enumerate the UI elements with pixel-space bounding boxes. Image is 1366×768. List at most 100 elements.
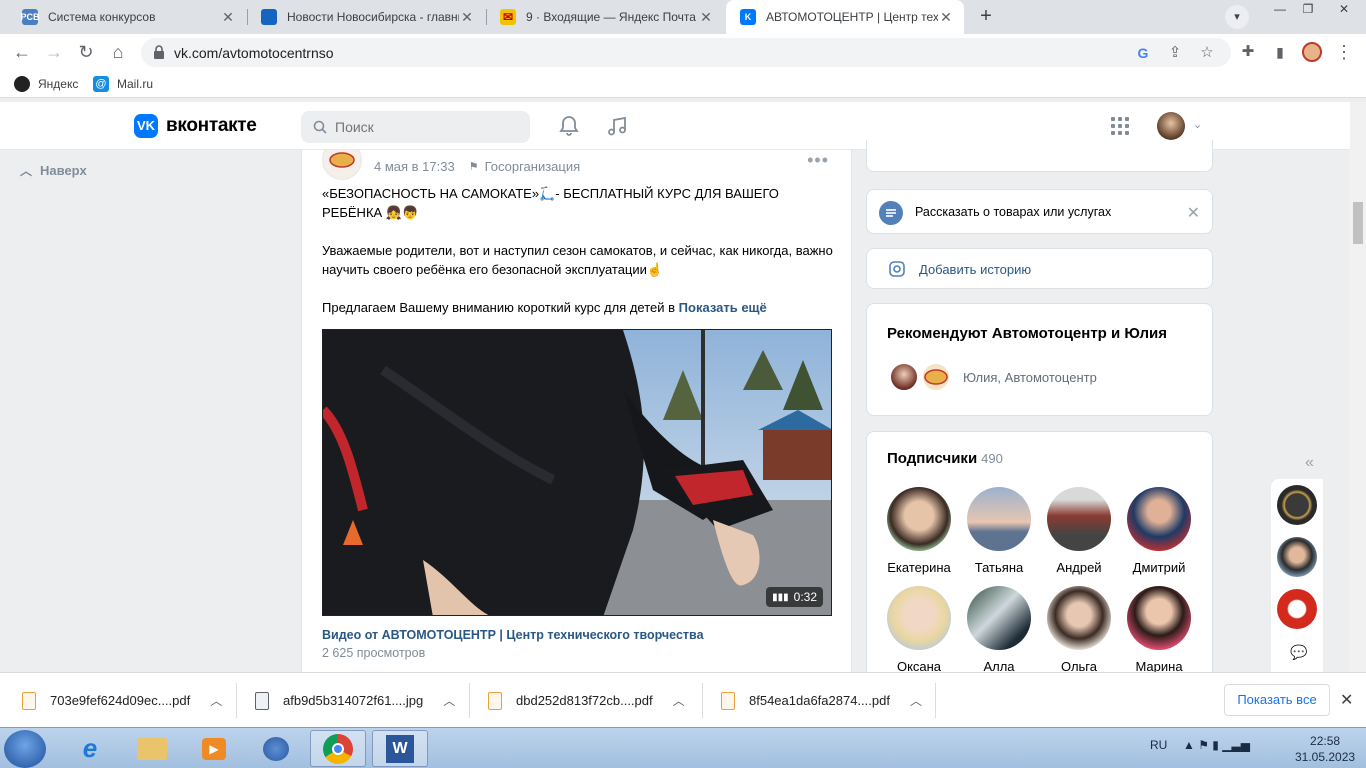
vk-logo-icon: VK [134, 114, 158, 138]
extensions-puzzle-icon[interactable]: ✚ [1236, 40, 1260, 64]
chevron-up-icon[interactable]: ︿ [910, 692, 922, 709]
subscriber-photo [1127, 586, 1191, 650]
tell-about-goods-label: Рассказать о товарах или услугах [915, 205, 1112, 219]
close-icon[interactable]: ✕ [1187, 203, 1200, 223]
video-player[interactable]: ▮▮▮ 0:32 [322, 329, 832, 616]
show-all-downloads-button[interactable]: Показать все [1224, 684, 1330, 716]
reload-icon[interactable]: ↻ [74, 40, 98, 64]
user-avatar[interactable] [1157, 112, 1185, 140]
add-story-card[interactable]: Добавить историю [866, 248, 1213, 289]
close-tab-icon[interactable]: ✕ [938, 9, 954, 26]
tab-search-chevron-icon[interactable]: ▾ [1225, 5, 1249, 29]
scrollbar-thumb[interactable] [1353, 202, 1363, 244]
media-player-icon[interactable]: ▶ [186, 730, 242, 767]
recommend-names[interactable]: Юлия, Автомотоцентр [963, 370, 1097, 385]
chat-avatar[interactable] [1277, 537, 1317, 577]
avatar[interactable] [889, 362, 919, 392]
bookmark-yandex[interactable]: Яндекс [14, 76, 78, 92]
mailru-icon: @ [93, 76, 109, 92]
scroll-up-button[interactable]: ︿ Наверх [20, 162, 87, 179]
windows-taskbar: e ▶ W RU ▲ ⚑ ▮ ▁▃▅ 22:58 31.05.2023 [0, 727, 1366, 768]
browser-tab-active[interactable]: K АВТОМОТОЦЕНТР | Центр техни ✕ [726, 0, 964, 34]
post-category: Госорганизация [484, 159, 581, 174]
subscribers-count: 490 [981, 451, 1003, 466]
taskbar-clock[interactable]: 22:58 31.05.2023 [1295, 733, 1355, 765]
notifications-bell-icon[interactable] [557, 114, 581, 138]
chat-avatar[interactable] [1277, 589, 1317, 629]
subscriber-item[interactable]: Дмитрий [1119, 487, 1199, 575]
post-date[interactable]: 4 мая в 17:33 [374, 159, 455, 174]
subscriber-item[interactable]: Алла [959, 586, 1039, 674]
subscriber-item[interactable]: Татьяна [959, 487, 1039, 575]
chrome-menu-icon[interactable]: ⋮ [1332, 40, 1356, 64]
vk-logo[interactable]: VK вконтакте [134, 114, 257, 138]
close-tab-icon[interactable]: ✕ [220, 9, 236, 26]
collapse-chats-icon[interactable]: « [1305, 454, 1314, 472]
forward-arrow-icon[interactable]: → [42, 40, 66, 64]
download-item[interactable]: 8f54ea1da6fa2874....pdf ︿ [721, 673, 922, 728]
download-item[interactable]: afb9d5b314072f61....jpg ︿ [255, 673, 455, 728]
chevron-up-icon[interactable]: ︿ [673, 692, 685, 709]
address-bar[interactable]: vk.com/avtomotocentrnso G ⇪ ☆ [141, 38, 1231, 67]
share-icon[interactable]: ⇪ [1166, 44, 1184, 62]
apps-grid-icon[interactable] [1108, 114, 1132, 138]
back-arrow-icon[interactable]: ← [10, 40, 34, 64]
video-title-link[interactable]: Видео от АВТОМОТОЦЕНТР | Центр техническ… [322, 628, 704, 642]
subscriber-item[interactable]: Ольга [1039, 586, 1119, 674]
close-tab-icon[interactable]: ✕ [459, 9, 475, 26]
tray-icons[interactable]: ▲ ⚑ ▮ ▁▃▅ [1183, 738, 1250, 752]
restore-icon[interactable]: ❐ [1294, 0, 1322, 18]
tell-about-goods-card[interactable]: Рассказать о товарах или услугах ✕ [866, 189, 1213, 234]
start-button-icon[interactable] [4, 730, 46, 768]
bookmark-star-icon[interactable]: ☆ [1198, 44, 1216, 62]
browser-tab[interactable]: Новости Новосибирска - главные ✕ [247, 0, 485, 34]
chat-avatar[interactable] [1277, 485, 1317, 525]
subscriber-photo [967, 586, 1031, 650]
subscriber-item[interactable]: Марина [1119, 586, 1199, 674]
avatar[interactable] [921, 362, 951, 392]
internet-explorer-icon[interactable]: e [62, 730, 118, 767]
flag-icon: ⚑ [468, 161, 479, 173]
language-indicator[interactable]: RU [1150, 738, 1167, 752]
chevron-up-icon[interactable]: ︿ [443, 692, 455, 709]
vk-search[interactable] [301, 111, 530, 143]
google-translate-icon[interactable]: G [1134, 44, 1152, 62]
download-item[interactable]: dbd252d813f72cb....pdf ︿ [488, 673, 685, 728]
lock-icon [154, 45, 164, 59]
chevron-down-icon[interactable]: ⌄ [1193, 118, 1202, 131]
profile-avatar-icon[interactable] [1300, 40, 1324, 64]
shelf-divider [702, 683, 703, 718]
home-icon[interactable]: ⌂ [106, 40, 130, 64]
show-more-link[interactable]: Показать ещё [679, 300, 767, 315]
subscriber-item[interactable]: Екатерина [879, 487, 959, 575]
chat-bubble-icon[interactable]: 💬 [1290, 644, 1307, 661]
vk-logo-text: вконтакте [166, 115, 257, 136]
users-group-icon[interactable] [248, 730, 304, 767]
subscriber-item[interactable]: Оксана [879, 586, 959, 674]
chevron-up-icon[interactable]: ︿ [210, 692, 222, 709]
search-input[interactable] [335, 119, 515, 135]
subscriber-item[interactable]: Андрей [1039, 487, 1119, 575]
browser-tab[interactable]: PCB Система конкурсов ✕ [8, 0, 246, 34]
page-scrollbar[interactable] [1350, 102, 1366, 672]
side-panel-icon[interactable]: ▮ [1268, 40, 1292, 64]
file-explorer-icon[interactable] [124, 730, 180, 767]
close-tab-icon[interactable]: ✕ [698, 9, 714, 26]
minimize-icon[interactable]: — [1266, 0, 1294, 18]
download-item[interactable]: 703e9fef624d09ec....pdf ︿ [22, 673, 222, 728]
window-close-icon[interactable]: ✕ [1322, 0, 1366, 18]
music-note-icon[interactable] [605, 114, 629, 138]
more-options-icon[interactable]: ••• [807, 150, 829, 171]
video-thumbnail [323, 330, 831, 615]
subscriber-photo [887, 586, 951, 650]
chrome-taskbar-icon[interactable] [310, 730, 366, 767]
word-taskbar-icon[interactable]: W [372, 730, 428, 767]
new-tab-plus-icon[interactable]: + [975, 6, 997, 28]
video-views: 2 625 просмотров [322, 646, 426, 660]
community-avatar[interactable] [322, 150, 362, 180]
card-top-fragment [866, 140, 1213, 172]
bookmark-mailru[interactable]: @ Mail.ru [93, 76, 153, 92]
subscribers-header[interactable]: Подписчики 490 [887, 450, 1003, 467]
browser-tab[interactable]: ✉ 9 · Входящие — Яндекс Почта ✕ [486, 0, 724, 34]
close-shelf-icon[interactable]: ✕ [1340, 690, 1353, 710]
